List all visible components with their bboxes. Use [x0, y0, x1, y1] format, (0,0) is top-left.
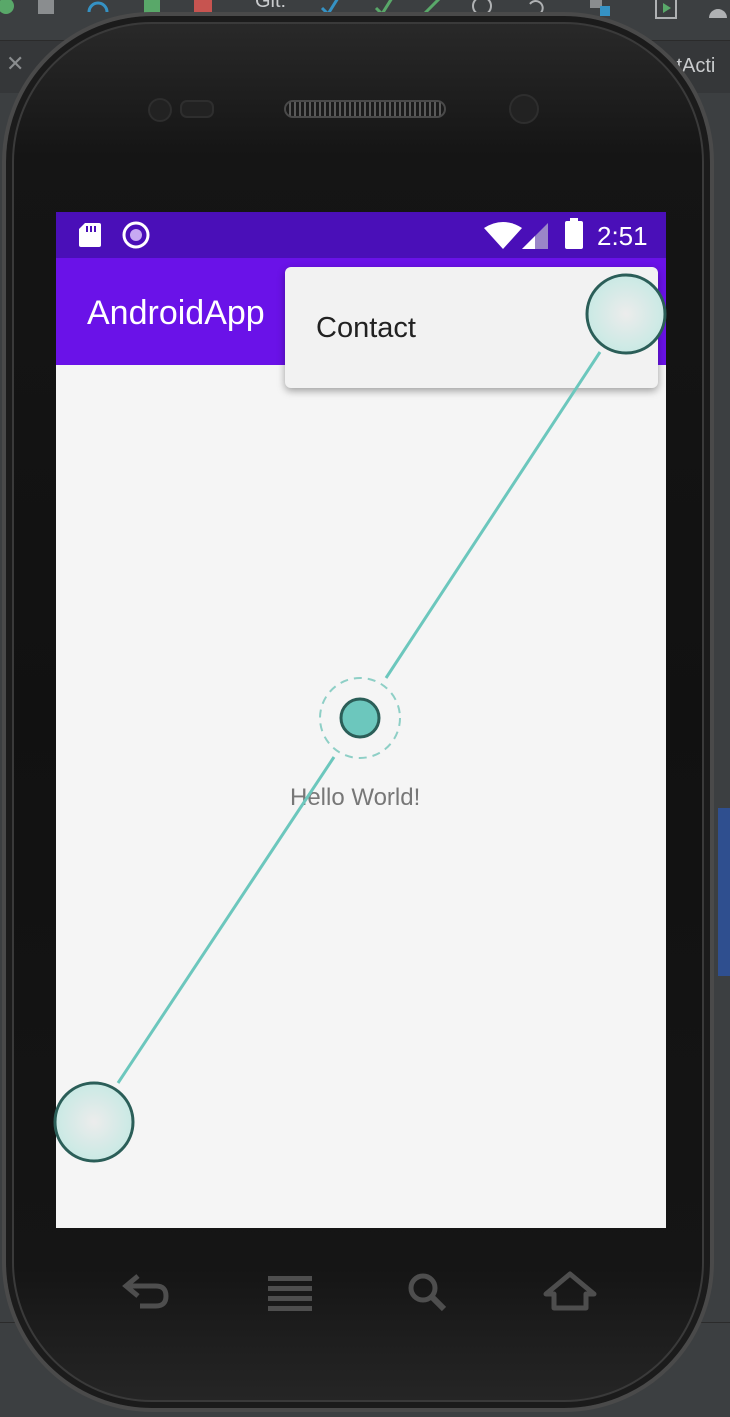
wifi-icon	[484, 222, 522, 249]
earpiece-speaker	[284, 100, 446, 118]
ide-attach-icon[interactable]	[34, 0, 58, 18]
back-icon[interactable]	[118, 1268, 178, 1318]
menu-item-label: Contact	[316, 312, 416, 344]
signal-icon	[522, 223, 548, 249]
menu-icon[interactable]	[260, 1268, 320, 1318]
sd-card-icon	[79, 223, 101, 247]
menu-item-contact[interactable]: Contact	[285, 267, 658, 388]
search-icon[interactable]	[398, 1268, 458, 1318]
light-sensor	[180, 100, 214, 118]
ide-run-icon[interactable]	[654, 0, 678, 20]
ide-side-panel	[718, 808, 730, 976]
ide-close-icon[interactable]: ✕	[6, 52, 24, 77]
device-screen[interactable]: 2:51 AndroidApp Hello World! Contact	[56, 212, 666, 1228]
status-bar: 2:51	[56, 212, 666, 258]
home-icon[interactable]	[540, 1268, 600, 1318]
battery-icon	[565, 218, 583, 249]
ide-build-icon[interactable]	[0, 0, 18, 18]
ide-profile-icon[interactable]	[86, 0, 110, 18]
hello-text: Hello World!	[290, 784, 421, 811]
overflow-menu: Contact	[285, 267, 658, 388]
front-camera	[509, 94, 539, 124]
ide-android-icon[interactable]	[706, 0, 730, 22]
proximity-sensor	[148, 98, 172, 122]
status-clock: 2:51	[597, 221, 648, 251]
circle-notification-icon	[122, 221, 150, 249]
app-title: AndroidApp	[87, 294, 265, 332]
